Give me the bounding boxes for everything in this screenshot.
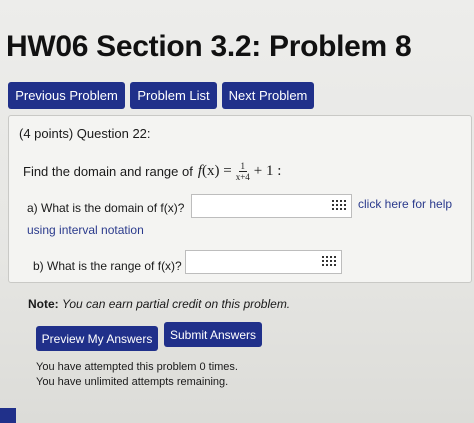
partial-credit-note: Note: You can earn partial credit on thi… [28,297,290,311]
range-answer-input[interactable] [185,250,342,274]
function-tail: + 1 : [253,163,282,179]
note-label: Note: [28,297,59,311]
next-problem-button[interactable]: Next Problem [222,82,314,109]
attempts-remaining-text: You have unlimited attempts remaining. [36,376,229,388]
function-expression: f (x) = 1 x+4 + 1 : [198,161,282,182]
equation-editor-icon[interactable] [332,199,346,211]
fraction: 1 x+4 [236,161,250,182]
attempts-count-text: You have attempted this problem 0 times. [36,361,238,373]
domain-answer-input[interactable] [191,194,352,218]
submit-answers-button[interactable]: Submit Answers [164,322,262,347]
equation-editor-icon[interactable] [322,255,336,267]
interval-notation-link[interactable]: using interval notation [27,223,144,237]
note-text: You can earn partial credit on this prob… [62,297,291,311]
question-header: (4 points) Question 22: [19,126,151,141]
preview-answers-button[interactable]: Preview My Answers [36,326,158,351]
fraction-numerator: 1 [238,161,247,172]
function-argument: (x) = [202,163,232,179]
fraction-denominator: x+4 [235,172,250,182]
help-link[interactable]: click here for help [358,197,452,211]
problem-list-button[interactable]: Problem List [130,82,217,109]
page: HW06 Section 3.2: Problem 8 Previous Pro… [0,0,474,423]
range-question-label: b) What is the range of f(x)? [33,259,182,273]
question-statement: Find the domain and range of f (x) = 1 x… [23,161,281,182]
page-title: HW06 Section 3.2: Problem 8 [6,30,412,63]
previous-problem-button[interactable]: Previous Problem [8,82,125,109]
corner-tab [0,408,16,423]
problem-container: (4 points) Question 22: Find the domain … [8,115,472,283]
question-text: Find the domain and range of [23,164,193,179]
domain-question-label: a) What is the domain of f(x)? [27,201,185,215]
